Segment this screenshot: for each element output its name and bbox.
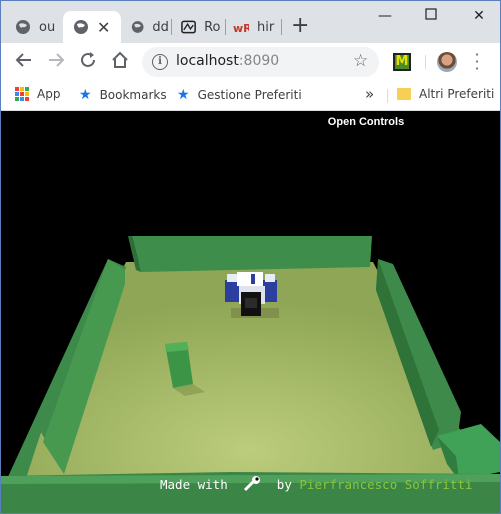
- forward-arrow-icon: [49, 53, 65, 67]
- bookmark-gestione-preferiti[interactable]: ★ Gestione Preferiti: [177, 87, 302, 103]
- bookmarks-bar: App ★ Bookmarks ★ Gestione Preferiti » A…: [1, 81, 500, 111]
- minimize-button[interactable]: —: [375, 7, 395, 27]
- star-icon: ★: [177, 87, 190, 103]
- toolbar-divider: [425, 55, 426, 69]
- info-icon[interactable]: i: [152, 54, 168, 70]
- credit-by: by: [276, 477, 292, 492]
- tab-4[interactable]: Ro: [171, 11, 223, 43]
- bookmark-apps[interactable]: App: [15, 87, 60, 101]
- maximize-icon: [425, 8, 437, 20]
- url-text[interactable]: localhost:8090: [176, 53, 279, 69]
- bookmark-label: Bookmarks: [99, 88, 167, 102]
- tab-title: hir: [257, 19, 275, 35]
- tab-1[interactable]: ou: [5, 11, 61, 43]
- home-button[interactable]: [109, 51, 131, 73]
- bookmarks-overflow-button[interactable]: »: [365, 85, 374, 103]
- forward-button[interactable]: [45, 51, 67, 73]
- open-controls-button[interactable]: Open Controls: [321, 116, 411, 128]
- new-tab-button[interactable]: +: [291, 15, 309, 37]
- tab-separator: [281, 19, 282, 35]
- back-wall: [132, 236, 372, 272]
- overflow-chevron: »: [365, 85, 375, 103]
- back-arrow-icon: [15, 53, 31, 67]
- credit-made-with: Made with: [160, 477, 228, 492]
- url-port: :8090: [238, 53, 280, 69]
- browser-window: ou ✕ dd Ro wR hir + — ✕ i localhost:8090…: [0, 0, 501, 514]
- credit-line: Made with by Pierfrancesco Soffritti: [160, 476, 472, 492]
- robot: [225, 272, 279, 318]
- tab-strip: ou ✕ dd Ro wR hir + — ✕: [1, 1, 500, 43]
- tab-2-active[interactable]: ✕: [63, 11, 121, 43]
- book-icon: [181, 20, 196, 34]
- menu-kebab-icon[interactable]: · · ·: [474, 47, 480, 77]
- webgl-canvas[interactable]: Open Controls Made with by Pierfrancesco…: [1, 112, 500, 513]
- bookmark-altri-preferiti[interactable]: Altri Preferiti: [397, 87, 494, 101]
- toolbar: i localhost:8090 ☆ M · · ·: [1, 43, 500, 81]
- tab-5[interactable]: wR hir: [223, 11, 279, 43]
- reload-button[interactable]: [77, 51, 99, 73]
- profile-avatar[interactable]: [437, 52, 457, 72]
- globe-icon: [131, 21, 144, 33]
- apps-grid-icon: [15, 87, 29, 101]
- scene-3d: [1, 236, 500, 513]
- close-tab-icon[interactable]: ✕: [97, 18, 110, 37]
- maximize-button[interactable]: [421, 7, 441, 27]
- folder-icon: [397, 88, 411, 100]
- extension-m-icon[interactable]: M: [393, 53, 411, 71]
- back-button[interactable]: [13, 51, 35, 73]
- star-icon: ★: [79, 87, 92, 103]
- bookmark-bookmarks[interactable]: ★ Bookmarks: [79, 87, 167, 103]
- bookmark-label: App: [37, 87, 61, 101]
- tab-title: dd: [152, 19, 169, 35]
- wrench-icon: [244, 476, 261, 492]
- bookmark-star-icon[interactable]: ☆: [353, 51, 368, 71]
- reload-icon: [81, 52, 95, 67]
- tab-title: Ro: [204, 19, 221, 35]
- credit-author-link[interactable]: Pierfrancesco Soffritti: [299, 477, 472, 492]
- tab-3[interactable]: dd: [121, 11, 169, 43]
- bookmark-label: Gestione Preferiti: [197, 88, 302, 102]
- bookmark-label: Altri Preferiti: [419, 87, 495, 101]
- address-bar[interactable]: i localhost:8090 ☆: [142, 47, 379, 77]
- close-window-button[interactable]: ✕: [469, 7, 489, 27]
- bookmarks-divider: [387, 89, 388, 103]
- svg-text:wR: wR: [233, 22, 249, 35]
- globe-icon: [16, 20, 30, 34]
- globe-icon: [74, 20, 88, 34]
- tab-title: ou: [39, 19, 56, 35]
- url-host: localhost: [176, 53, 239, 69]
- wr-icon: wR: [233, 22, 249, 35]
- home-icon: [112, 51, 128, 68]
